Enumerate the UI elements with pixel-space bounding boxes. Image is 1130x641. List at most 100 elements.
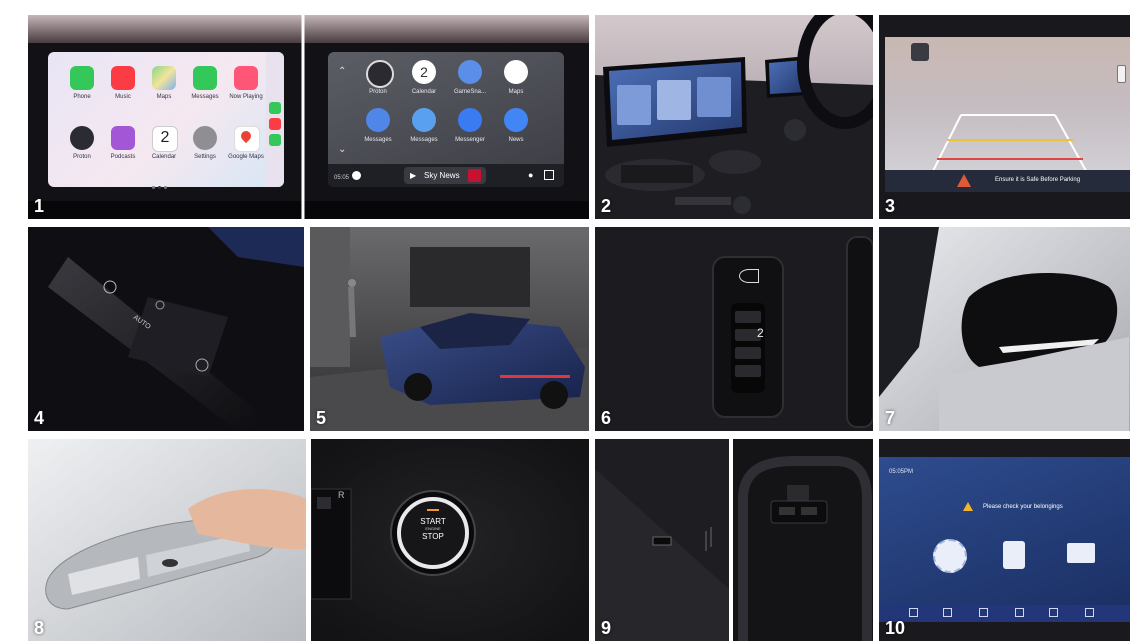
clock: 05:05 (334, 175, 350, 181)
app-label: Maps (156, 94, 172, 100)
child-icon (933, 539, 967, 573)
tile-number: 5 (316, 408, 327, 428)
app-label: Proton (369, 89, 387, 95)
warning-triangle-icon (963, 502, 973, 511)
proton-icon (70, 126, 94, 150)
tile-8-keyless-entry-start: R START ENGINE STOP 8 (28, 439, 589, 641)
chevron-up-icon[interactable]: ⌃ (338, 66, 346, 77)
headlamp-icon (739, 269, 759, 283)
maps-icon (504, 60, 528, 84)
settings-icon[interactable] (1085, 608, 1094, 617)
warning-bar: Ensure it is Safe Before Parking (885, 170, 1130, 192)
media-icon[interactable] (979, 608, 988, 617)
app-label: Google Maps (228, 154, 264, 160)
layout-icon[interactable] (544, 170, 554, 180)
leveling-photo (595, 227, 873, 431)
app-label: Maps (508, 89, 524, 95)
tile-2-dashboard: 2 (595, 15, 873, 219)
camera-view (885, 37, 1130, 192)
luggage-icon (1003, 541, 1025, 569)
car-photo (310, 227, 589, 431)
now-playing-title: Sky News (424, 171, 460, 180)
tile-9-usb-ports: 9 (595, 439, 873, 641)
warning-text: Ensure it is Safe Before Parking (995, 177, 1081, 183)
stop-label: STOP (422, 532, 444, 541)
messages-icon (366, 108, 390, 132)
app-label: News (508, 137, 524, 143)
page-dots (152, 176, 167, 194)
calendar-day: 2 (420, 64, 428, 80)
panel-divider (306, 439, 311, 641)
tile-10-rear-seat-reminder: 05:05PM Please check your belongings 10 (879, 439, 1130, 641)
music-icon (111, 66, 135, 90)
news-icon (504, 108, 528, 132)
tile-number: 10 (885, 618, 906, 638)
gear-side-label: R (338, 490, 345, 500)
start-label: START (420, 517, 446, 526)
app-label: Now Playing (229, 94, 263, 100)
gamesnacks-icon (458, 60, 482, 84)
android-auto-screen: Proton 2 Calendar GameSna... Maps Messag… (328, 52, 564, 187)
app-label: Phone (73, 94, 91, 100)
phone-icon[interactable] (1049, 608, 1058, 617)
panel-divider (729, 439, 733, 641)
phone-icon[interactable] (269, 102, 281, 114)
stalk-photo (28, 227, 304, 431)
app-label: Messenger (455, 137, 485, 143)
music-icon[interactable] (269, 118, 281, 130)
tile-number: 7 (885, 408, 896, 428)
launcher-icon[interactable] (352, 171, 361, 180)
media-card[interactable]: ▶ Sky News (404, 167, 486, 184)
messenger-icon (458, 108, 482, 132)
podcasts-icon (111, 126, 135, 150)
usb-photo (595, 439, 873, 641)
level-value: 2 (757, 326, 764, 340)
settings-icon (193, 126, 217, 150)
tile-7-side-mirror: 7 (879, 227, 1130, 431)
messages-icon[interactable] (269, 134, 281, 146)
app-label: Messages (364, 137, 392, 143)
tile-number: 8 (34, 618, 45, 638)
laptop-icon (1067, 543, 1095, 563)
tile-number: 9 (601, 618, 612, 638)
carplay-dock (266, 52, 284, 187)
car-icon[interactable] (943, 608, 952, 617)
reminder-message: Please check your belongings (983, 504, 1063, 510)
start-stop-button[interactable]: START ENGINE STOP (409, 517, 457, 541)
aa-bottom-bar: 05:05 ▶ Sky News ● (328, 164, 564, 187)
camera-toggle-icon[interactable] (911, 43, 929, 61)
play-icon[interactable]: ▶ (410, 171, 416, 180)
chevron-down-icon[interactable]: ⌄ (338, 144, 346, 155)
app-label: Messages (410, 137, 438, 143)
car-top-icon (1117, 65, 1126, 83)
mirror-photo (879, 227, 1130, 431)
tile-number: 1 (34, 196, 45, 216)
tile-3-reverse-camera: Ensure it is Safe Before Parking 3 (879, 15, 1130, 219)
microphone-icon[interactable]: ● (528, 170, 533, 180)
music-icon[interactable] (1015, 608, 1024, 617)
carplay-screen: Phone Music Maps Messages Now Playing Pr… (48, 52, 284, 189)
proton-icon (366, 60, 394, 88)
maps-icon (152, 66, 176, 90)
messages-icon (193, 66, 217, 90)
tile-1-carplay-android-auto: Phone Music Maps Messages Now Playing Pr… (28, 15, 589, 219)
app-label: Calendar (411, 89, 437, 95)
tile-6-headlamp-leveling: 2 6 (595, 227, 873, 431)
messages-icon (412, 108, 436, 132)
clock: 05:05PM (889, 469, 914, 475)
calendar-day: 2 (160, 129, 170, 146)
warning-triangle-icon (957, 174, 971, 187)
tile-5-car-exterior: 5 (310, 227, 589, 431)
app-label: Podcasts (110, 154, 136, 160)
now-playing-icon (234, 66, 258, 90)
sky-news-logo (468, 169, 481, 182)
app-label: Music (115, 94, 131, 100)
app-label: Settings (194, 154, 216, 160)
tile-number: 3 (885, 196, 896, 216)
app-label: Messages (191, 94, 219, 100)
dashboard-photo (595, 15, 873, 219)
tile-number: 4 (34, 408, 45, 428)
nav-icon[interactable] (909, 608, 918, 617)
tile-number: 2 (601, 196, 612, 216)
app-label: Calendar (151, 154, 177, 160)
